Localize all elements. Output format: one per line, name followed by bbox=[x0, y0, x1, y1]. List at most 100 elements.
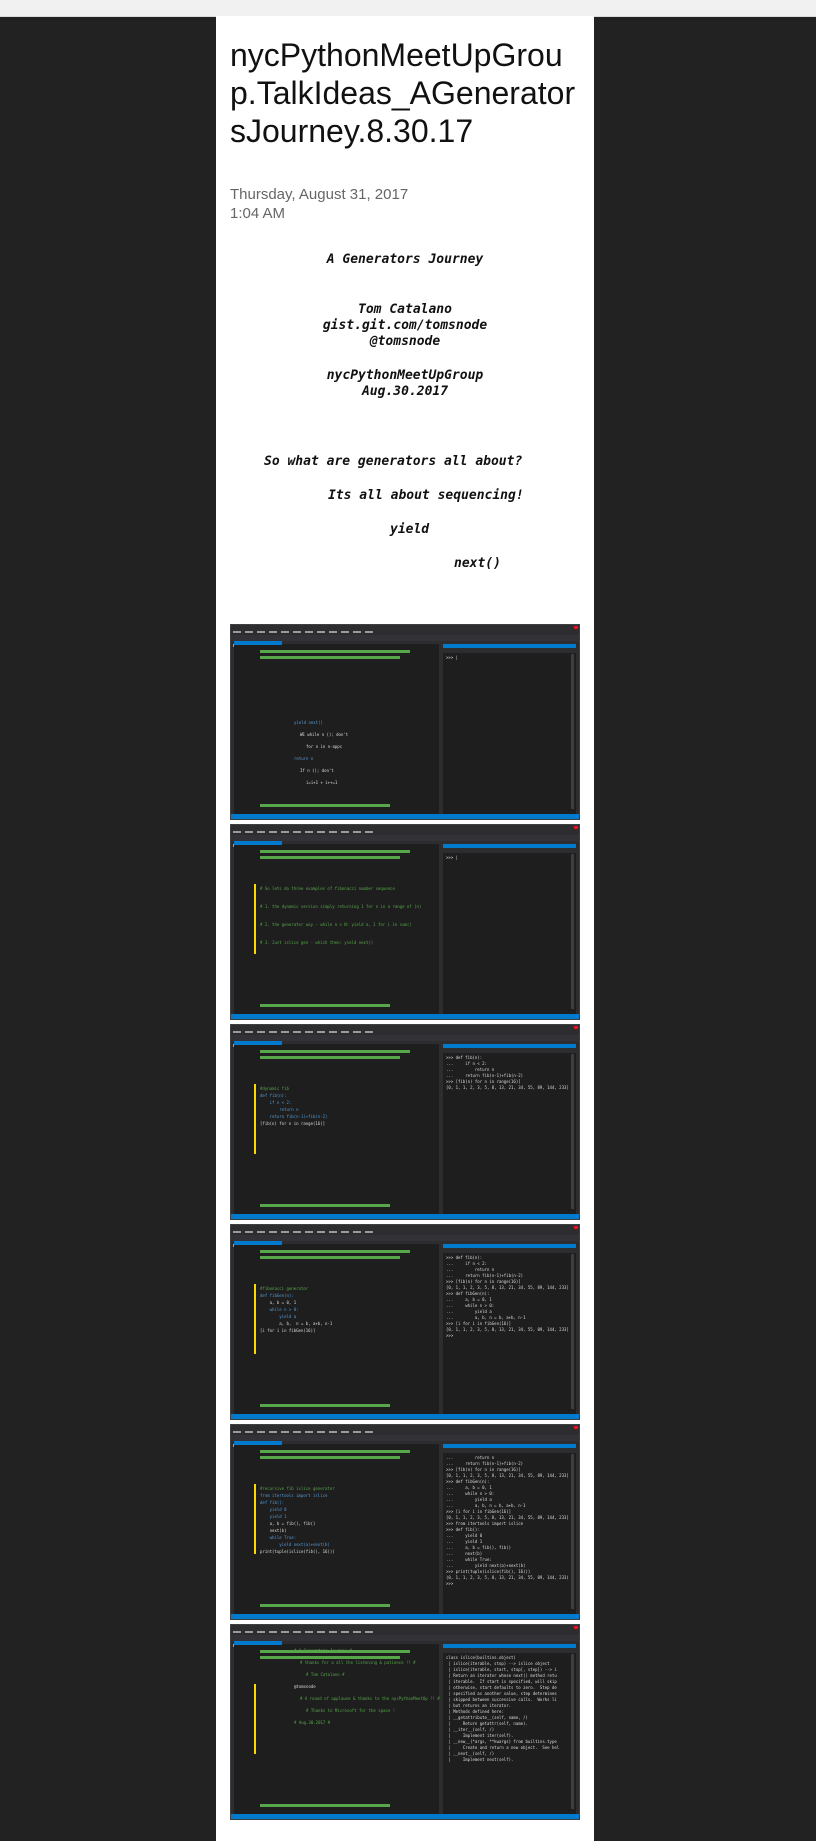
menu-item bbox=[293, 1431, 301, 1433]
editor-tab bbox=[234, 641, 282, 645]
close-icon bbox=[574, 626, 578, 629]
code-line: @tomsnode bbox=[294, 1684, 316, 1689]
repl-toolbar bbox=[443, 1648, 576, 1653]
repl-line: | islice(iterable, start, stop[, step]) … bbox=[446, 1667, 557, 1672]
code-line: #recursive fib islice generator bbox=[260, 1486, 335, 1491]
code-line: while True: bbox=[260, 1535, 297, 1540]
code-editor: #fibonacci generator def fibGen(n): a, b … bbox=[234, 1241, 439, 1414]
repl-line: >>> def fibGen(n): bbox=[446, 1291, 490, 1296]
code-line: #dynamic fib bbox=[260, 1086, 289, 1091]
menu-item bbox=[329, 1031, 337, 1033]
notes-gist: gist.git.com/tomsnode bbox=[322, 318, 488, 333]
code-editor: #recursive fib islice generator from iter… bbox=[234, 1441, 439, 1614]
code-line: i=i+1 + i++=1 bbox=[306, 780, 338, 785]
repl-line: ... next(b) bbox=[446, 1551, 483, 1556]
change-marker bbox=[254, 1684, 256, 1754]
repl-line: class islice(builtins.object) bbox=[446, 1655, 516, 1660]
ide-toolbar bbox=[231, 635, 579, 647]
menu-item bbox=[329, 1431, 337, 1433]
repl-line: >>> bbox=[446, 1581, 454, 1586]
page-date: Thursday, August 31, 2017 bbox=[230, 186, 409, 203]
menu-item bbox=[353, 1031, 361, 1033]
menu-item bbox=[257, 831, 265, 833]
repl-line: ... yield next(a)+next(b) bbox=[446, 1563, 526, 1568]
menu-item bbox=[281, 631, 289, 633]
ide-screenshot: #fibonacci generator def fibGen(n): a, b … bbox=[230, 1224, 580, 1420]
repl-line: ... while True: bbox=[446, 1557, 492, 1562]
code-line: # 2. the generator way - while n < N: yi… bbox=[260, 922, 412, 927]
repl-line: | Methods defined here: bbox=[446, 1709, 504, 1714]
comment-rule bbox=[260, 1256, 400, 1259]
code-line: for n in n-appc bbox=[306, 744, 343, 749]
menu-item bbox=[341, 831, 349, 833]
repl-line: [0, 1, 1, 2, 3, 5, 8, 13, 21, 34, 55, 89… bbox=[446, 1327, 569, 1332]
code-line: return fib(n-1)+fib(n-2) bbox=[260, 1114, 328, 1119]
notes-event-date: Aug.30.2017 bbox=[361, 384, 449, 399]
ide-toolbar bbox=[231, 835, 579, 847]
code-line: # 3. Just islice gen - which then: yield… bbox=[260, 940, 374, 945]
repl-line: ... return n bbox=[446, 1067, 495, 1072]
menu-item bbox=[269, 1431, 277, 1433]
interactive-repl: >>> def fib(n):... if n < 2:... return n… bbox=[443, 1244, 576, 1414]
repl-line: ... while n > 0: bbox=[446, 1491, 495, 1496]
menu-item bbox=[353, 1431, 361, 1433]
code-line: from itertools import islice bbox=[260, 1493, 328, 1498]
code-line: yield next(a)+next(b) bbox=[260, 1542, 330, 1547]
menu-item bbox=[233, 631, 241, 633]
menu-item bbox=[341, 631, 349, 633]
comment-rule bbox=[260, 656, 400, 659]
repl-line: [0, 1, 1, 2, 3, 5, 8, 13, 21, 34, 55, 89… bbox=[446, 1473, 569, 1478]
menu-item bbox=[353, 831, 361, 833]
menu-item bbox=[317, 831, 325, 833]
menu-item bbox=[353, 1231, 361, 1233]
menu-item bbox=[329, 831, 337, 833]
code-line: [fib(n) for n in range(16)] bbox=[260, 1121, 326, 1126]
menu-item bbox=[341, 1631, 349, 1633]
repl-line: ... return fib(n-1)+fib(n-2) bbox=[446, 1273, 524, 1278]
menu-item bbox=[365, 1231, 373, 1233]
menu-item bbox=[269, 1231, 277, 1233]
repl-line: ... a, b, n = b, a+b, n-1 bbox=[446, 1315, 526, 1320]
repl-scrollbar bbox=[571, 854, 574, 1009]
repl-line: >>> [fib(n) for n in range(16)] bbox=[446, 1279, 521, 1284]
comment-rule bbox=[260, 1050, 410, 1053]
code-line: # Thanks to Microsoft for the space ! bbox=[306, 1708, 396, 1713]
repl-scrollbar bbox=[571, 1454, 574, 1609]
code-editor: #dynamic fib def fib(n): if n < 2: return… bbox=[234, 1041, 439, 1214]
repl-line: >>> def fibGen(n): bbox=[446, 1479, 490, 1484]
change-marker bbox=[254, 1284, 256, 1354]
comment-rule bbox=[260, 650, 410, 653]
code-line: yield a bbox=[260, 1314, 297, 1319]
code-line: a, b = fib(), fib() bbox=[260, 1521, 316, 1526]
comment-rule bbox=[260, 1450, 410, 1453]
editor-tab bbox=[234, 1641, 282, 1645]
menu-item bbox=[317, 1231, 325, 1233]
notes-group: nycPythonMeetUpGroup bbox=[326, 368, 484, 383]
comment-rule bbox=[260, 850, 410, 853]
menu-item bbox=[341, 1031, 349, 1033]
code-line: yield next() bbox=[294, 720, 323, 725]
menu-item bbox=[317, 1631, 325, 1633]
repl-line: >>> | bbox=[446, 655, 459, 660]
ide-screenshot: #dynamic fib def fib(n): if n < 2: return… bbox=[230, 1024, 580, 1220]
change-marker bbox=[254, 1484, 256, 1554]
menu-item bbox=[281, 1031, 289, 1033]
repl-line: ... return fib(n-1)+fib(n-2) bbox=[446, 1073, 524, 1078]
menu-item bbox=[245, 831, 253, 833]
ide-screenshot: yield next() WE while n (); don't for n in… bbox=[230, 624, 580, 820]
menu-item bbox=[365, 631, 373, 633]
notes-yield: yield bbox=[390, 522, 430, 537]
menu-item bbox=[293, 1631, 301, 1633]
close-icon bbox=[574, 1426, 578, 1429]
code-line: # thanks for a all the listening & patie… bbox=[300, 1660, 416, 1665]
page-time: 1:04 AM bbox=[230, 205, 286, 222]
code-line: def fibGen(n): bbox=[260, 1293, 294, 1298]
repl-toolbar bbox=[443, 1248, 576, 1253]
notes-author: Tom Catalano bbox=[358, 302, 452, 317]
repl-scrollbar bbox=[571, 1054, 574, 1209]
menu-item bbox=[269, 831, 277, 833]
comment-rule bbox=[260, 1250, 410, 1253]
code-line: yield 0 bbox=[260, 1507, 287, 1512]
menu-item bbox=[269, 631, 277, 633]
code-line: print(tuple(islice(fib(), 16))) bbox=[260, 1549, 335, 1554]
